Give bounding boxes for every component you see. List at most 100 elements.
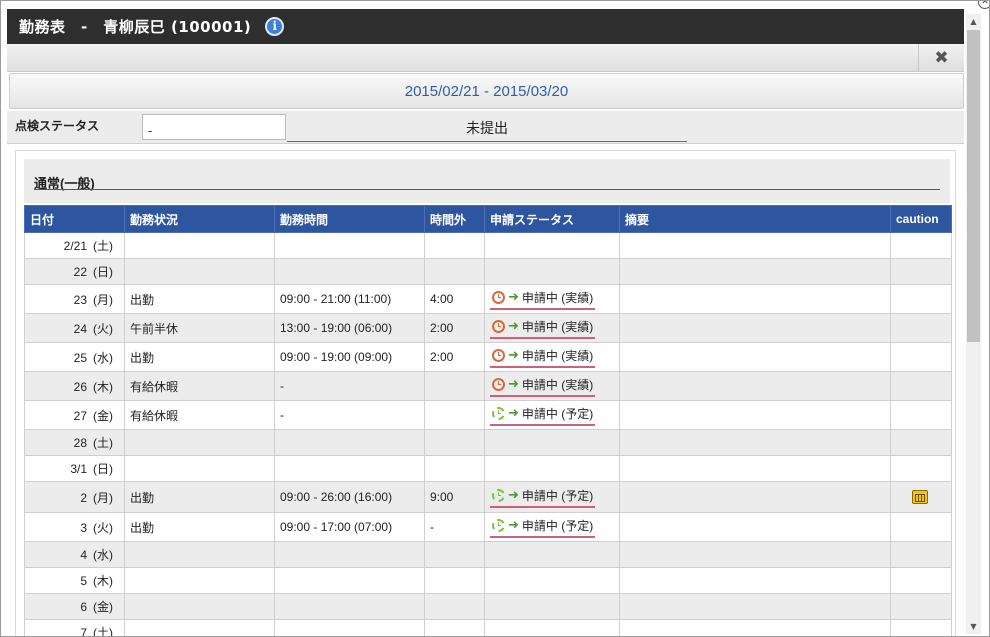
date-weekday: (日)	[93, 462, 113, 476]
cell-request-status	[484, 232, 620, 259]
inspection-status-field[interactable]: -	[142, 114, 286, 140]
table-row[interactable]: 2/21 (土)	[24, 232, 952, 259]
inspection-status-row: 点検ステータス - 未提出	[7, 111, 964, 144]
cell-work-status: 出勤	[124, 481, 275, 513]
forward-arrow-icon: ➜	[508, 348, 519, 363]
table-row[interactable]: 2 (月) 出勤 09:00 - 26:00 (16:00) 9:00 ➜ 申請中 (予定)	[24, 481, 952, 513]
table-row[interactable]: 3 (火) 出勤 09:00 - 17:00 (07:00) - ➜ 申請中 (予定)	[24, 512, 952, 542]
cell-work-status	[124, 455, 275, 482]
request-status-badge[interactable]: ➜ 申請中 (実績)	[490, 288, 596, 310]
table-row[interactable]: 3/1 (日)	[24, 455, 952, 482]
toolbar: ✖	[7, 44, 964, 72]
table-row[interactable]: 22 (日)	[24, 258, 952, 285]
cell-date[interactable]: 2/21 (土)	[24, 232, 125, 259]
table-row[interactable]: 27 (金) 有給休暇 - ➜ 申請中 (予定)	[24, 400, 952, 430]
clock-icon	[492, 378, 505, 391]
cell-work-status	[124, 619, 275, 636]
timesheet-table: 日付 勤務状況 勤務時間 時間外 申請ステータス 摘要 caution 2/21…	[24, 205, 952, 636]
col-header-caution[interactable]: caution	[890, 205, 952, 233]
table-row[interactable]: 24 (火) 午前半休 13:00 - 19:00 (06:00) 2:00 ➜ 申請中 (…	[24, 313, 952, 343]
cell-date[interactable]: 6 (金)	[24, 593, 125, 620]
request-status-badge[interactable]: ➜ 申請中 (実績)	[490, 375, 596, 397]
caution-icon[interactable]	[912, 490, 928, 505]
cell-summary	[619, 512, 891, 542]
col-header-summary[interactable]: 摘要	[619, 205, 891, 233]
date-number: 25	[73, 350, 87, 365]
request-status-text: 申請中 (予定)	[521, 519, 594, 533]
cell-work-hours	[274, 429, 425, 456]
table-row[interactable]: 26 (木) 有給休暇 - ➜ 申請中 (実績)	[24, 371, 952, 401]
col-header-overtime[interactable]: 時間外	[424, 205, 485, 233]
cell-date[interactable]: 26 (木)	[24, 371, 125, 401]
scrollbar-thumb[interactable]	[967, 30, 980, 342]
col-header-work-status[interactable]: 勤務状況	[124, 205, 275, 233]
clock-pending-icon	[492, 407, 505, 420]
table-row[interactable]: 25 (水) 出勤 09:00 - 19:00 (09:00) 2:00 ➜ 申請中 (実績…	[24, 342, 952, 372]
col-header-work-hours[interactable]: 勤務時間	[274, 205, 425, 233]
request-status-badge[interactable]: ➜ 申請中 (実績)	[490, 317, 596, 339]
period-bar[interactable]: 2015/02/21 - 2015/03/20	[9, 73, 964, 109]
cell-date[interactable]: 23 (月)	[24, 284, 125, 314]
cell-date[interactable]: 2 (月)	[24, 481, 125, 513]
cell-caution	[890, 342, 952, 372]
table-row[interactable]: 28 (土)	[24, 429, 952, 456]
table-row[interactable]: 7 (土)	[24, 619, 952, 636]
request-status-badge[interactable]: ➜ 申請中 (予定)	[490, 404, 596, 426]
info-icon[interactable]: i	[265, 17, 285, 36]
cell-summary	[619, 481, 891, 513]
request-status-badge[interactable]: ➜ 申請中 (予定)	[490, 486, 596, 508]
cell-request-status: ➜ 申請中 (予定)	[484, 481, 620, 513]
cell-date[interactable]: 4 (水)	[24, 541, 125, 568]
date-number: 3	[80, 520, 87, 535]
cell-date[interactable]: 25 (水)	[24, 342, 125, 372]
table-row[interactable]: 6 (金)	[24, 593, 952, 620]
scroll-down-arrow-icon[interactable]: ▼	[966, 619, 981, 634]
cell-date[interactable]: 22 (日)	[24, 258, 125, 285]
cell-date[interactable]: 7 (土)	[24, 619, 125, 636]
cell-caution	[890, 284, 952, 314]
date-weekday: (土)	[93, 436, 113, 450]
request-status-badge[interactable]: ➜ 申請中 (予定)	[490, 516, 596, 538]
vertical-scrollbar[interactable]: ▲ ▼	[966, 14, 981, 634]
table-row[interactable]: 5 (木)	[24, 567, 952, 594]
inspection-status-label: 点検ステータス	[15, 119, 100, 133]
table-row[interactable]: 23 (月) 出勤 09:00 - 21:00 (11:00) 4:00 ➜ 申請中 (実績…	[24, 284, 952, 314]
col-header-date[interactable]: 日付	[24, 205, 125, 233]
cell-overtime: 9:00	[424, 481, 485, 513]
period-range: 2015/02/21 - 2015/03/20	[404, 82, 569, 100]
cell-date[interactable]: 5 (木)	[24, 567, 125, 594]
cell-summary	[619, 313, 891, 343]
cell-work-hours	[274, 541, 425, 568]
cell-overtime: 4:00	[424, 284, 485, 314]
date-number: 22	[73, 265, 87, 279]
cell-summary	[619, 541, 891, 568]
cell-date[interactable]: 3/1 (日)	[24, 455, 125, 482]
cell-caution	[890, 619, 952, 636]
cell-overtime: 2:00	[424, 313, 485, 343]
request-status-badge[interactable]: ➜ 申請中 (実績)	[490, 346, 596, 368]
cell-work-status	[124, 232, 275, 259]
date-weekday: (木)	[93, 379, 113, 394]
cell-request-status: ➜ 申請中 (予定)	[484, 400, 620, 430]
cell-overtime	[424, 593, 485, 620]
col-header-request-status[interactable]: 申請ステータス	[484, 205, 620, 233]
cell-caution	[890, 567, 952, 594]
cell-work-hours	[274, 232, 425, 259]
cell-date[interactable]: 24 (火)	[24, 313, 125, 343]
close-button[interactable]: ✖	[918, 44, 964, 72]
forward-arrow-icon: ➜	[508, 518, 519, 533]
cell-overtime	[424, 400, 485, 430]
cell-work-status: 有給休暇	[124, 400, 275, 430]
cell-summary	[619, 429, 891, 456]
cell-summary	[619, 455, 891, 482]
date-number: 5	[80, 574, 87, 588]
table-row[interactable]: 4 (水)	[24, 541, 952, 568]
scroll-up-arrow-icon[interactable]: ▲	[966, 14, 981, 29]
corner-close-icon[interactable]: ✕	[978, 1, 989, 9]
request-status-text: 申請中 (実績)	[521, 320, 594, 334]
cell-date[interactable]: 3 (火)	[24, 512, 125, 542]
clock-icon	[492, 291, 505, 304]
cell-date[interactable]: 27 (金)	[24, 400, 125, 430]
date-number: 4	[80, 548, 87, 562]
cell-date[interactable]: 28 (土)	[24, 429, 125, 456]
